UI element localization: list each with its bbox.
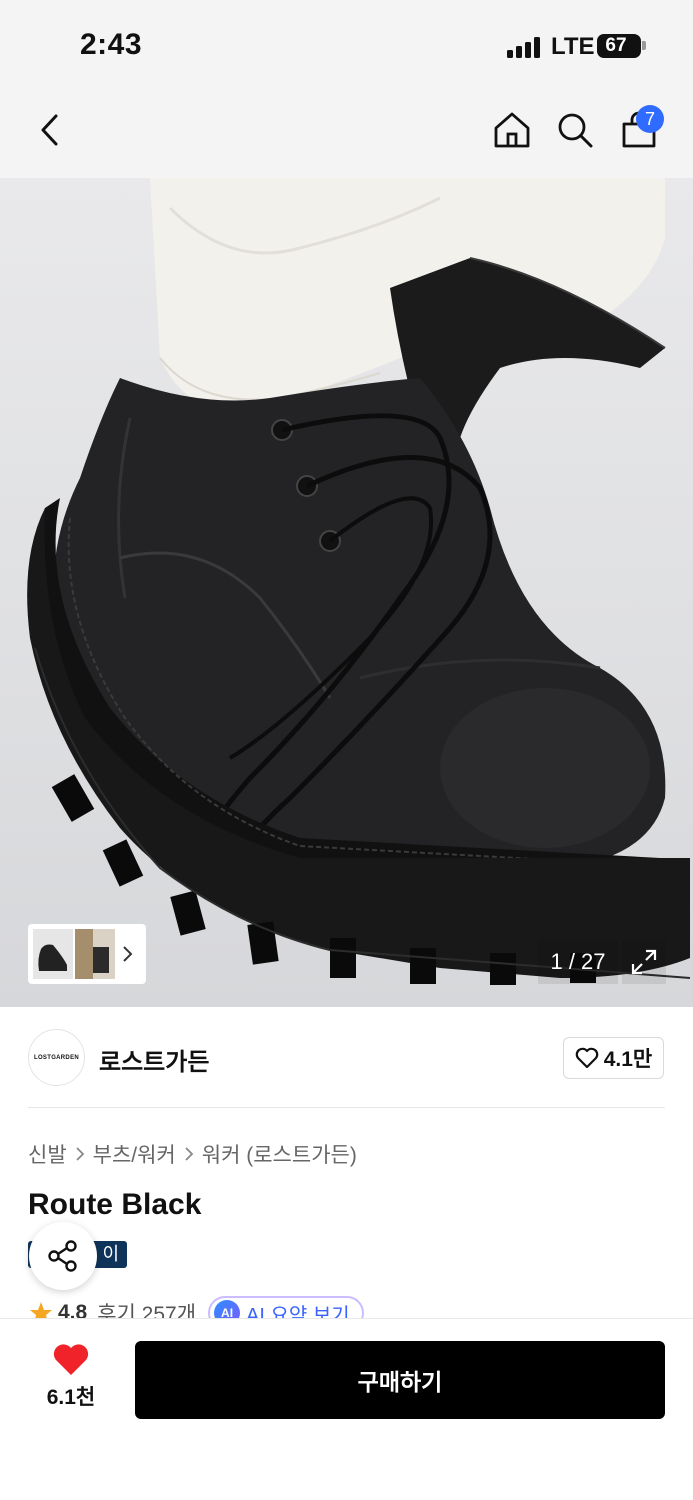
breadcrumb-item[interactable]: 부츠/워커	[93, 1139, 176, 1169]
product-image-gallery[interactable]: 1 / 27	[0, 178, 693, 1007]
breadcrumb-item[interactable]: 신발	[28, 1139, 67, 1169]
rating-row: 4.8 후기 257개 AI AI 요약 보기	[28, 1296, 668, 1320]
like-count: 6.1천	[46, 1386, 96, 1409]
expand-button[interactable]	[622, 940, 666, 984]
brand-logo[interactable]: LOSTGARDEN	[28, 1029, 85, 1086]
brand-name[interactable]: 로스트가든	[99, 1042, 209, 1077]
search-icon	[558, 113, 593, 148]
chevron-right-icon	[75, 1147, 85, 1161]
brand-logo-text: LOSTGARDEN	[34, 1054, 79, 1061]
ai-summary-button[interactable]: AI AI 요약 보기	[208, 1296, 364, 1320]
thumbnail-strip[interactable]	[28, 924, 146, 984]
expand-icon	[631, 949, 657, 975]
brand-like-button[interactable]: 4.1만	[563, 1037, 664, 1079]
share-icon	[48, 1240, 77, 1272]
breadcrumb: 신발 부츠/워커 워커 (로스트가든)	[28, 1139, 357, 1169]
back-button[interactable]	[28, 108, 72, 152]
brand-like-count: 4.1만	[603, 1048, 653, 1071]
battery-icon: 67	[597, 34, 641, 58]
signal-icon	[507, 36, 543, 58]
thumbnail-image[interactable]	[75, 929, 115, 979]
battery-cap	[642, 41, 646, 50]
status-time: 2:43	[80, 28, 143, 61]
chevron-left-icon	[41, 114, 58, 146]
heart-outline-icon	[575, 1047, 599, 1069]
star-icon	[30, 1302, 52, 1320]
home-icon	[494, 112, 530, 148]
breadcrumb-item[interactable]: 워커 (로스트가든)	[202, 1139, 357, 1169]
bottom-action-bar: 6.1천 구매하기	[0, 1318, 693, 1500]
top-nav	[0, 90, 693, 178]
divider	[28, 1107, 665, 1108]
battery-level: 67	[605, 35, 627, 56]
search-button[interactable]	[553, 108, 597, 152]
buy-button[interactable]: 구매하기	[135, 1341, 665, 1419]
like-button[interactable]: 6.1천	[30, 1343, 112, 1413]
image-counter: 1 / 27	[538, 940, 618, 984]
share-button[interactable]	[29, 1222, 97, 1290]
home-button[interactable]	[490, 108, 534, 152]
network-label: LTE	[551, 33, 595, 60]
product-page: 2:43 LTE 67 7 1 / 27 LOSTGARDEN 로스트가든 4.…	[0, 0, 693, 1500]
cart-badge: 7	[636, 105, 664, 133]
ai-summary-label: AI 요약 보기	[246, 1304, 350, 1321]
review-count[interactable]: 후기 257개	[97, 1298, 196, 1320]
thumbnail-image[interactable]	[33, 929, 73, 979]
ai-badge-icon: AI	[214, 1300, 241, 1320]
chevron-right-icon	[184, 1147, 194, 1161]
chevron-right-icon[interactable]	[121, 945, 133, 963]
product-title: Route Black	[28, 1188, 202, 1221]
heart-filled-icon	[53, 1344, 89, 1375]
status-bar: 2:43 LTE 67	[0, 0, 693, 90]
product-photo	[27, 178, 691, 985]
